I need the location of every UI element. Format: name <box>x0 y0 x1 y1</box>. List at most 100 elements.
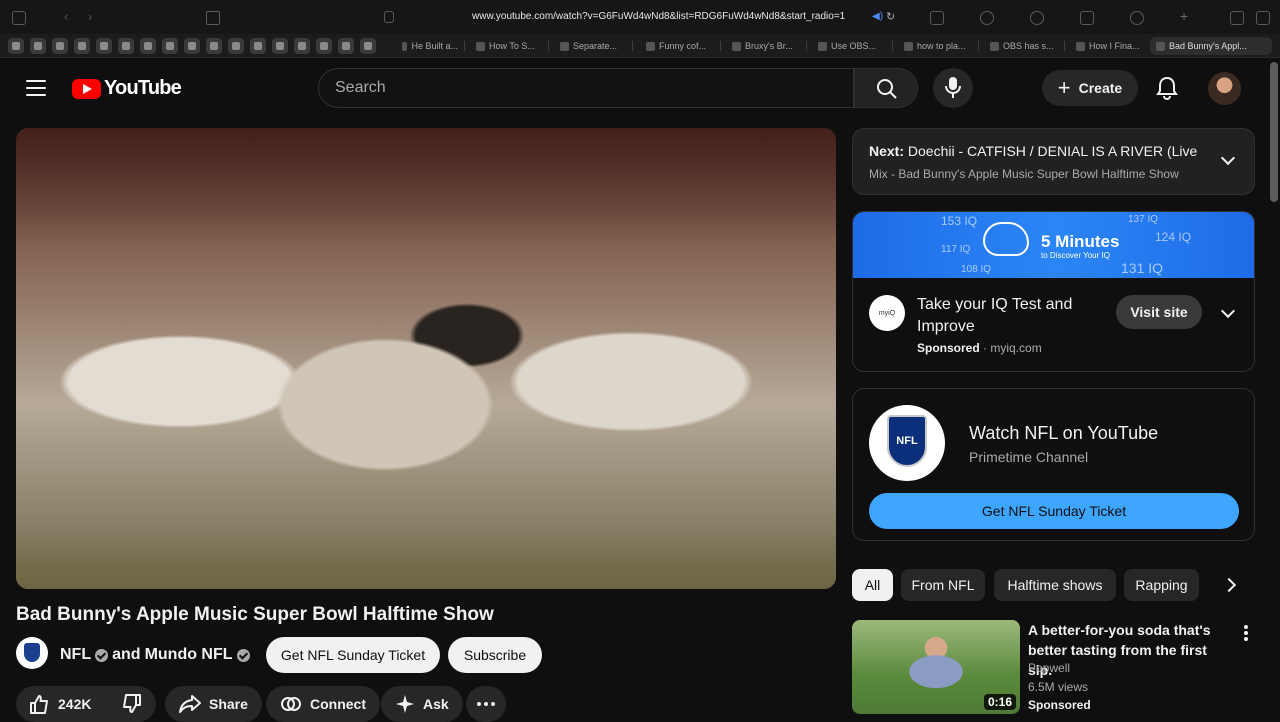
promo-subtitle: Primetime Channel <box>969 449 1089 465</box>
video-player[interactable] <box>16 128 836 589</box>
nfl-logo[interactable]: NFL <box>869 405 945 481</box>
notifications-bell-icon[interactable] <box>1156 76 1178 100</box>
like-count: 242K <box>58 696 92 712</box>
ad-banner-image[interactable]: 153 IQ 117 IQ 108 IQ 137 IQ 124 IQ 131 I… <box>853 212 1254 278</box>
browser-tab[interactable]: Bruxy's Br... <box>732 37 796 55</box>
account-avatar[interactable] <box>1208 72 1241 105</box>
mail-icon[interactable] <box>206 11 220 25</box>
chevron-down-icon[interactable] <box>1220 303 1236 319</box>
youtube-logo[interactable]: YouTube <box>72 77 182 100</box>
favicon-icon <box>646 41 655 51</box>
pinned-tab[interactable] <box>52 38 68 54</box>
search-input[interactable]: Search <box>318 68 854 108</box>
address-bar[interactable]: www.youtube.com/watch?v=G6FuWd4wNd8&list… <box>472 11 845 22</box>
reader-icon[interactable] <box>384 11 394 23</box>
chip-all[interactable]: All <box>852 569 893 601</box>
more-vert-icon[interactable] <box>1244 625 1248 643</box>
more-actions-button[interactable] <box>466 686 506 722</box>
get-nfl-sunday-ticket-promo-button[interactable]: Get NFL Sunday Ticket <box>869 493 1239 529</box>
settings-icon[interactable] <box>1130 11 1144 25</box>
audio-playing-icon[interactable]: ◀) <box>872 11 883 22</box>
pinned-tab[interactable] <box>118 38 134 54</box>
recommendation-channel[interactable]: Popwell <box>1028 661 1070 675</box>
recommendation-thumbnail[interactable]: 0:16 <box>852 620 1020 714</box>
ad-domain: myiq.com <box>990 341 1042 355</box>
pinned-tab[interactable] <box>338 38 354 54</box>
tab-overview-icon[interactable] <box>1230 11 1244 25</box>
browser-tab[interactable]: how to pla... <box>904 37 968 55</box>
channel-name-mundo-nfl[interactable]: Mundo NFL <box>145 646 233 664</box>
reload-icon[interactable]: ↻ <box>886 10 895 23</box>
get-nfl-sunday-ticket-button[interactable]: Get NFL Sunday Ticket <box>266 637 440 673</box>
pinned-tab[interactable] <box>250 38 266 54</box>
page-scrollbar[interactable] <box>1270 62 1278 202</box>
search-button[interactable] <box>854 68 918 108</box>
favicon-icon <box>560 41 569 51</box>
voice-search-button[interactable] <box>933 68 973 108</box>
pinned-tab[interactable] <box>162 38 178 54</box>
channel-name-nfl[interactable]: NFL <box>60 646 91 664</box>
chip-from-nfl[interactable]: From NFL <box>901 569 985 601</box>
chevron-down-icon[interactable] <box>1220 150 1236 166</box>
create-button[interactable]: + Create <box>1042 70 1138 106</box>
bookmark-icon[interactable] <box>980 11 994 25</box>
visit-site-button[interactable]: Visit site <box>1116 295 1202 329</box>
pinned-tab[interactable] <box>184 38 200 54</box>
masthead: YouTube Search + Create <box>0 58 1280 118</box>
channel-join-text: and <box>112 646 141 663</box>
plus-icon: + <box>1057 75 1071 100</box>
share-icon[interactable] <box>930 11 944 25</box>
thumbs-up-icon <box>30 695 48 714</box>
window-icon[interactable] <box>1256 11 1270 25</box>
microphone-icon <box>945 77 961 98</box>
sponsored-ad-card[interactable]: 153 IQ 117 IQ 108 IQ 137 IQ 124 IQ 131 I… <box>852 211 1255 372</box>
subscribe-button[interactable]: Subscribe <box>448 637 542 673</box>
pinned-tab[interactable] <box>228 38 244 54</box>
history-icon[interactable] <box>1030 11 1044 25</box>
nfl-promo-card[interactable]: NFL Watch NFL on YouTube Primetime Chann… <box>852 388 1255 541</box>
chip-rapping[interactable]: Rapping <box>1124 569 1199 601</box>
connect-button[interactable]: Connect <box>266 686 380 722</box>
browser-tab[interactable]: OBS has s... <box>990 37 1054 55</box>
pinned-tab[interactable] <box>272 38 288 54</box>
pinned-tab[interactable] <box>30 38 46 54</box>
tab-bar: He Built a... How To S... Separate... Fu… <box>0 34 1280 58</box>
channel-avatar[interactable] <box>16 637 48 669</box>
chip-halftime-shows[interactable]: Halftime shows <box>994 569 1116 601</box>
pinned-tab[interactable] <box>360 38 376 54</box>
browser-toolbar: ‹ › www.youtube.com/watch?v=G6FuWd4wNd8&… <box>0 0 1280 34</box>
browser-tab[interactable]: How I Fina... <box>1076 37 1142 55</box>
ask-button[interactable]: Ask <box>381 686 463 722</box>
pinned-tab[interactable] <box>316 38 332 54</box>
browser-tab[interactable]: Use OBS... <box>818 37 880 55</box>
pinned-tab[interactable] <box>140 38 156 54</box>
thumbs-down-icon[interactable] <box>121 693 143 715</box>
browser-tab[interactable]: He Built a... <box>402 37 458 55</box>
sidebar-toggle-icon[interactable] <box>12 11 26 25</box>
advertiser-logo[interactable]: myiQ <box>869 295 905 331</box>
pinned-tab[interactable] <box>206 38 222 54</box>
pinned-tab[interactable] <box>96 38 112 54</box>
pinned-tab[interactable] <box>8 38 24 54</box>
downloads-icon[interactable] <box>1080 11 1094 25</box>
browser-tab[interactable]: How To S... <box>476 37 536 55</box>
like-button[interactable]: 242K <box>16 686 156 722</box>
browser-tab[interactable]: Separate... <box>560 37 620 55</box>
next-label: Next: <box>869 143 905 159</box>
forward-icon[interactable]: › <box>88 9 92 24</box>
new-tab-icon[interactable]: + <box>1180 8 1188 24</box>
back-icon[interactable]: ‹ <box>64 9 68 24</box>
browser-tab-active[interactable]: Bad Bunny's Appl... <box>1150 37 1272 55</box>
channel-names[interactable]: NFL and Mundo NFL <box>60 646 250 664</box>
favicon-icon <box>1156 41 1165 51</box>
share-button[interactable]: Share <box>165 686 262 722</box>
share-icon <box>179 695 201 713</box>
favicon-icon <box>818 41 827 51</box>
pinned-tab[interactable] <box>294 38 310 54</box>
up-next-card[interactable]: Next: Doechii - CATFISH / DENIAL IS A RI… <box>852 128 1255 195</box>
pinned-tab[interactable] <box>74 38 90 54</box>
ad-title[interactable]: Take your IQ Test and Improve <box>917 294 1107 338</box>
menu-icon[interactable] <box>26 80 46 96</box>
browser-tab[interactable]: Funny cof... <box>646 37 708 55</box>
chevron-right-icon[interactable] <box>1221 577 1237 593</box>
